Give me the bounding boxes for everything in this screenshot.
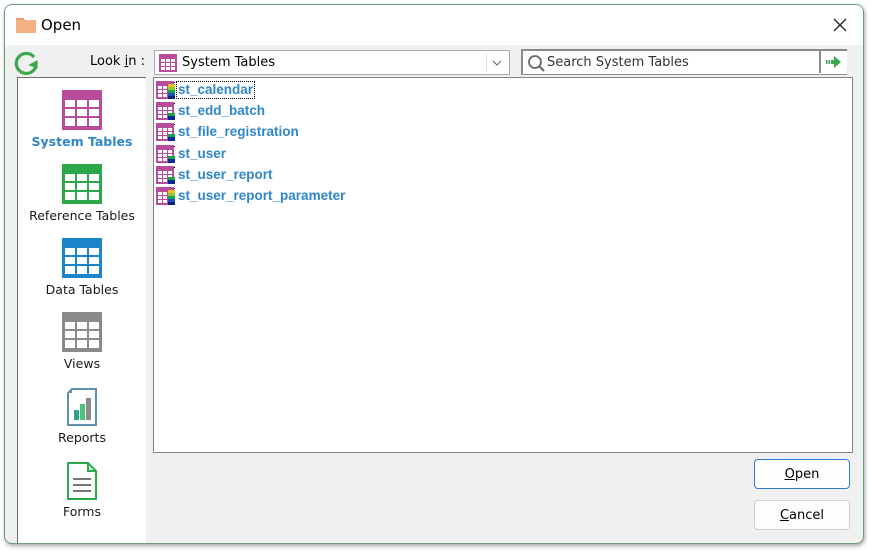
dialog-title: Open bbox=[41, 16, 82, 34]
open-button-label: Open bbox=[784, 466, 820, 482]
sidebar-item-label: Views bbox=[63, 356, 101, 371]
sidebar-item-forms[interactable]: Forms bbox=[18, 462, 146, 519]
system-table-icon bbox=[156, 102, 175, 121]
chevron-down-icon bbox=[492, 60, 502, 66]
view-table-icon bbox=[62, 312, 102, 352]
file-name: st_user bbox=[178, 145, 227, 161]
file-list-item[interactable]: st_user bbox=[156, 144, 227, 164]
sidebar-item-reports[interactable]: Reports bbox=[18, 388, 146, 445]
sidebar-item-label: Reports bbox=[58, 430, 106, 445]
sidebar-item-label: System Tables bbox=[31, 134, 133, 149]
sidebar-item-data-tables[interactable]: Data Tables bbox=[18, 238, 146, 297]
system-table-icon bbox=[156, 165, 175, 184]
cancel-button[interactable]: Cancel bbox=[754, 500, 850, 530]
file-list-item[interactable]: st_calendar bbox=[156, 80, 256, 100]
folder-icon bbox=[16, 18, 36, 33]
file-list-item[interactable]: st_edd_batch bbox=[156, 101, 266, 121]
search-go-button[interactable] bbox=[819, 51, 847, 73]
sidebar-item-reference-tables[interactable]: Reference Tables bbox=[18, 164, 146, 223]
sidebar-item-system-tables[interactable]: System Tables bbox=[18, 90, 146, 149]
file-name: st_user_report bbox=[178, 166, 273, 182]
sidebar-item-label: Forms bbox=[62, 504, 101, 519]
search-icon bbox=[528, 55, 545, 72]
search-box bbox=[521, 49, 847, 75]
data-table-icon bbox=[62, 238, 102, 278]
system-table-icon bbox=[159, 54, 177, 72]
file-name: st_edd_batch bbox=[178, 103, 266, 119]
close-icon bbox=[833, 18, 847, 32]
form-icon bbox=[67, 462, 97, 500]
file-list: st_calendar st_edd_batch st_file_registrat… bbox=[153, 77, 853, 453]
file-name: st_file_registration bbox=[178, 124, 299, 140]
sidebar-item-views[interactable]: Views bbox=[18, 312, 146, 371]
file-list-item[interactable]: st_user_report_parameter bbox=[156, 186, 346, 206]
title-bar: Open bbox=[5, 5, 863, 45]
green-arrow-icon bbox=[826, 56, 841, 68]
places-sidebar: System Tables Reference Tables Data Tabl… bbox=[17, 77, 146, 543]
open-dialog: Open Look in : System Tables Search Syst… bbox=[4, 4, 864, 544]
system-table-icon bbox=[156, 123, 175, 142]
look-in-label: Look in : bbox=[90, 54, 145, 69]
sidebar-item-label: Data Tables bbox=[45, 282, 119, 297]
system-table-icon bbox=[62, 90, 102, 130]
reference-table-icon bbox=[62, 164, 102, 204]
refresh-icon[interactable] bbox=[12, 50, 42, 76]
look-in-dropdown[interactable]: System Tables bbox=[154, 50, 510, 75]
system-table-icon bbox=[156, 144, 175, 163]
dropdown-toggle[interactable] bbox=[486, 53, 507, 72]
look-in-value: System Tables bbox=[182, 55, 275, 70]
cancel-button-label: Cancel bbox=[779, 507, 825, 523]
file-list-item[interactable]: st_file_registration bbox=[156, 122, 300, 142]
report-icon bbox=[67, 388, 97, 426]
file-list-item[interactable]: st_user_report bbox=[156, 165, 274, 185]
open-button[interactable]: Open bbox=[754, 459, 850, 489]
file-name: st_user_report_parameter bbox=[178, 188, 346, 203]
system-table-icon bbox=[156, 187, 175, 205]
sidebar-item-label: Reference Tables bbox=[29, 208, 135, 223]
search-input[interactable] bbox=[547, 51, 817, 73]
system-table-icon bbox=[156, 81, 175, 99]
file-name: st_calendar bbox=[175, 81, 256, 99]
close-button[interactable] bbox=[817, 5, 863, 45]
